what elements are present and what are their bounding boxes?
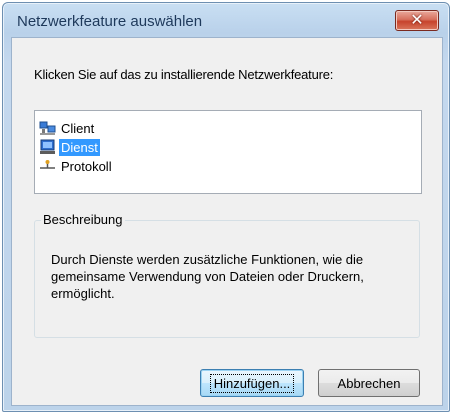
close-button[interactable]: ✕ <box>395 10 439 31</box>
description-title: Beschreibung <box>41 212 125 227</box>
list-item-label: Protokoll <box>61 158 112 174</box>
list-item-service[interactable]: Dienst <box>39 138 100 156</box>
instruction-label: Klicken Sie auf das zu installierende Ne… <box>34 67 334 82</box>
list-item-label: Client <box>61 120 95 136</box>
close-icon: ✕ <box>410 10 424 29</box>
cancel-button[interactable]: Abbrechen <box>318 369 420 397</box>
list-item-protocol[interactable]: Protokoll <box>39 157 114 175</box>
protocol-icon <box>39 158 57 174</box>
add-button[interactable]: Hinzufügen... <box>200 369 304 397</box>
list-item-label: Dienst <box>59 138 100 156</box>
description-text: Durch Dienste werden zusätzliche Funktio… <box>51 252 364 301</box>
add-button-label: Hinzufügen... <box>209 373 295 393</box>
feature-list[interactable]: Client Dienst Protokoll <box>34 110 422 194</box>
dialog-body: Klicken Sie auf das zu installierende Ne… <box>11 37 443 406</box>
client-icon <box>39 120 57 136</box>
list-item-client[interactable]: Client <box>39 119 96 137</box>
cancel-button-label: Abbrechen <box>337 375 401 391</box>
service-icon <box>39 139 57 155</box>
title-bar[interactable]: Netzwerkfeature auswählen ✕ <box>3 3 449 37</box>
description-group: Beschreibung Durch Dienste werden zusätz… <box>34 212 420 338</box>
dialog-window: Netzwerkfeature auswählen ✕ Klicken Sie … <box>2 2 450 412</box>
window-title: Netzwerkfeature auswählen <box>17 13 203 30</box>
